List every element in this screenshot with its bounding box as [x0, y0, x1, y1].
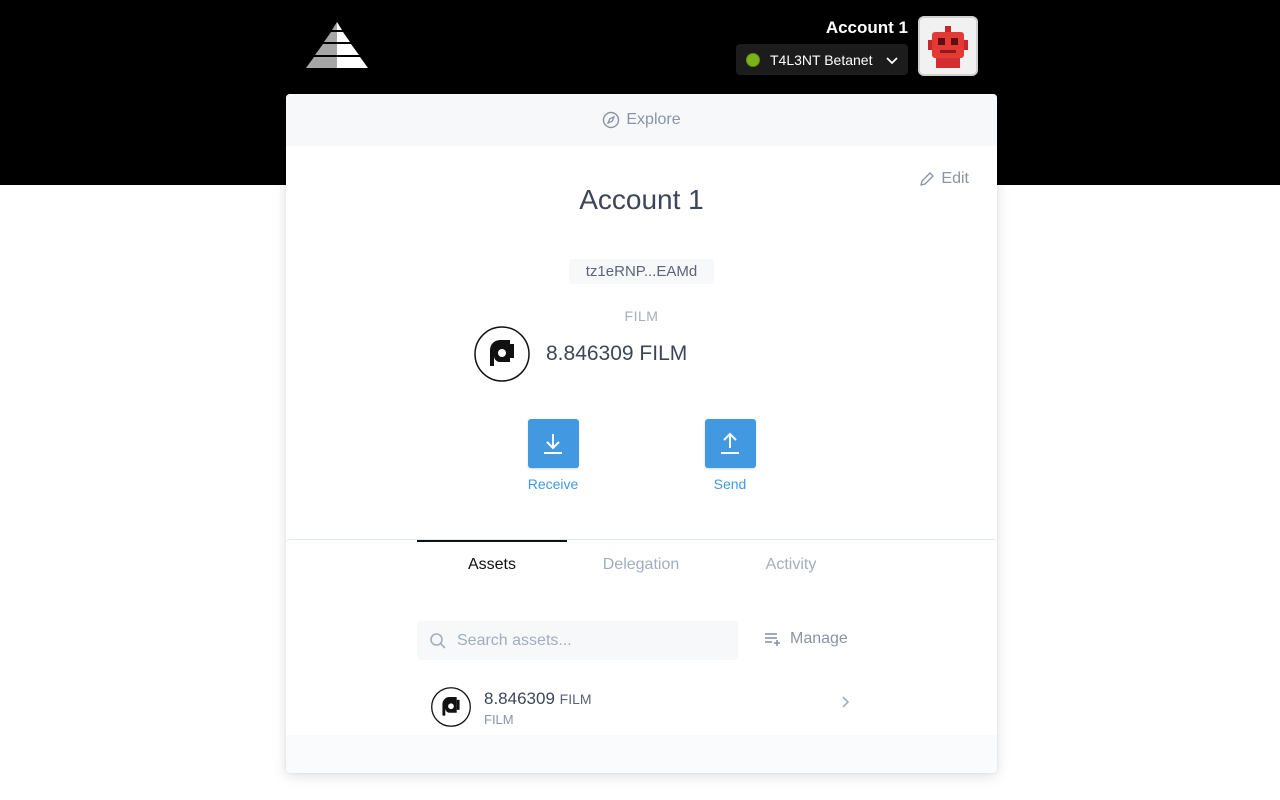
film-token-icon [474, 326, 530, 382]
receive-button[interactable] [527, 419, 579, 468]
download-icon [544, 433, 562, 454]
send-label[interactable]: Send [690, 476, 770, 492]
chevron-down-icon [886, 56, 898, 64]
account-card: Explore Edit Account 1 tz1eRNP...EAMd FI… [286, 94, 997, 773]
account-address[interactable]: tz1eRNP...EAMd [569, 259, 714, 284]
account-title: Account 1 [579, 184, 704, 215]
asset-symbol: FILM [559, 691, 592, 707]
account-avatar[interactable] [918, 16, 978, 76]
token-balance: 8.846309 FILM [546, 342, 688, 365]
manage-button[interactable]: Manage [764, 630, 848, 648]
asset-search [417, 621, 738, 660]
compass-icon [603, 111, 620, 129]
send-action: Send [690, 419, 770, 492]
tab-activity[interactable]: Activity [716, 540, 866, 590]
explore-label: Explore [626, 111, 681, 128]
pyramid-logo-icon[interactable] [304, 20, 370, 70]
search-input[interactable] [455, 630, 729, 651]
asset-amount: 8.846309 FILM [484, 689, 592, 709]
manage-list-icon [765, 633, 780, 646]
tab-assets[interactable]: Assets [417, 540, 567, 592]
network-status-dot [746, 52, 760, 67]
tab-delegation[interactable]: Delegation [566, 540, 716, 590]
robot-avatar-icon [920, 18, 976, 74]
chevron-right-icon [842, 696, 850, 708]
explore-bar[interactable]: Explore [286, 94, 997, 146]
header-account-name[interactable]: Account 1 [826, 18, 908, 38]
assets-panel: Assets Delegation Activity Manage [286, 539, 997, 773]
asset-amount-value: 8.846309 [484, 689, 555, 708]
asset-name: FILM [484, 712, 514, 727]
receive-label[interactable]: Receive [513, 476, 593, 492]
list-item[interactable]: 8.846309 FILM FILM [417, 670, 857, 734]
token-label: FILM [624, 308, 659, 324]
send-button[interactable] [704, 419, 756, 468]
manage-label: Manage [790, 630, 848, 647]
upload-icon [721, 432, 739, 454]
network-selector[interactable]: T4L3NT Betanet [736, 44, 908, 75]
list-footer [286, 735, 997, 773]
receive-action: Receive [513, 419, 593, 492]
film-token-icon [431, 687, 471, 727]
network-label: T4L3NT Betanet [770, 51, 873, 68]
search-icon [430, 632, 446, 649]
